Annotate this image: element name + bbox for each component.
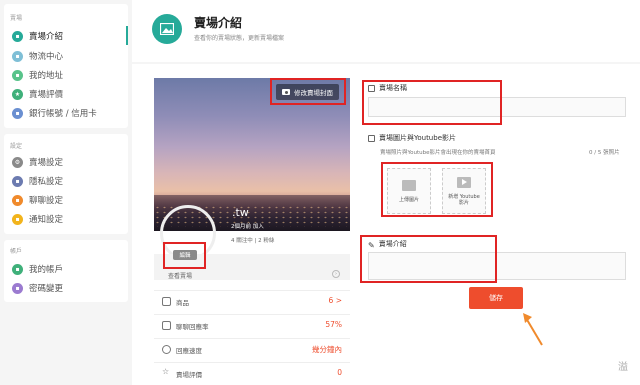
sidebar-item-label: 隱私設定 bbox=[29, 177, 64, 187]
sidebar-item-label: 密碼變更 bbox=[29, 284, 64, 294]
truck-icon: ▪ bbox=[12, 50, 23, 62]
sidebar-item-label: 聊聊設定 bbox=[29, 196, 64, 206]
sidebar-item-my-account[interactable]: ▪ 我的帳戶 bbox=[12, 261, 63, 277]
page-title: 賣場介紹 bbox=[194, 16, 243, 30]
chat-icon bbox=[162, 321, 171, 330]
save-button[interactable]: 儲存 bbox=[469, 287, 523, 309]
annotation-arrow bbox=[523, 313, 543, 346]
shop-joined: 2個月前 加入 bbox=[231, 224, 264, 230]
sidebar-item-label: 通知設定 bbox=[29, 215, 64, 225]
sidebar-item-label: 賣場評價 bbox=[29, 90, 64, 100]
sidebar-item-password[interactable]: ▪ 密碼變更 bbox=[12, 280, 63, 296]
sidebar-item-shop-intro[interactable]: ▪ 賣場介紹 bbox=[12, 28, 63, 44]
corner-glyph: 溢 bbox=[618, 362, 628, 373]
sidebar-item-ratings[interactable]: ★ 賣場評價 bbox=[12, 86, 63, 102]
star-icon: ★ bbox=[12, 88, 23, 100]
sidebar-item-logistics[interactable]: ▪ 物流中心 bbox=[12, 48, 63, 64]
page-header: 賣場介紹 查看你的賣場狀態，更新賣場檔案 bbox=[132, 0, 640, 62]
sidebar-item-label: 賣場介紹 bbox=[29, 32, 64, 42]
sidebar: 賣場 設定 帳戶 ▪ 賣場介紹 ▪ 物流中心 ▪ 我的地址 ★ 賣場評價 ▪ 銀… bbox=[0, 0, 130, 385]
active-indicator bbox=[126, 26, 128, 45]
annotation-box-avatar bbox=[163, 242, 206, 269]
shop-name: .tw bbox=[232, 206, 249, 219]
annotation-box-shop-name bbox=[362, 80, 502, 125]
shop-icon: ▪ bbox=[12, 30, 23, 42]
visit-shop-link[interactable]: 查看賣場 bbox=[168, 271, 192, 280]
annotation-box-intro bbox=[360, 235, 497, 283]
lock-icon: ▪ bbox=[12, 175, 23, 187]
media-count: 0 / 5 張照片 bbox=[589, 150, 620, 156]
stat-row-products[interactable]: 商品 6 > bbox=[154, 290, 350, 312]
gear-icon: ⚙ bbox=[12, 156, 23, 168]
media-hint: 賣場照片與Youtube影片會出現在你的賣場首頁 bbox=[380, 150, 496, 156]
sidebar-item-label: 物流中心 bbox=[29, 52, 64, 62]
sidebar-item-privacy[interactable]: ▪ 隱私設定 bbox=[12, 173, 63, 189]
sidebar-item-label: 我的地址 bbox=[29, 71, 64, 81]
chevron-right-icon[interactable]: › bbox=[332, 270, 340, 278]
sidebar-item-bank[interactable]: ▪ 銀行帳號 / 信用卡 bbox=[12, 105, 97, 121]
shop-follow-stats: 4 關注中 | 2 粉絲 bbox=[231, 238, 275, 244]
star-icon: ☆ bbox=[162, 367, 170, 376]
chat-bubble-icon: ▪ bbox=[12, 194, 23, 206]
sidebar-item-notifications[interactable]: ▪ 通知設定 bbox=[12, 211, 63, 227]
sidebar-item-label: 賣場設定 bbox=[29, 158, 64, 168]
annotation-box-media bbox=[381, 162, 493, 217]
image-icon bbox=[368, 134, 375, 142]
stat-row-chat-response-rate: 聊聊回應率 57% bbox=[154, 314, 350, 336]
credit-card-icon: ▪ bbox=[12, 107, 23, 119]
stat-row-response-time: 回應速度 幾分鐘內 bbox=[154, 338, 350, 360]
sidebar-heading-account: 帳戶 bbox=[10, 248, 23, 255]
user-icon: ▪ bbox=[12, 263, 23, 275]
sidebar-heading-shop: 賣場 bbox=[10, 15, 23, 22]
clock-icon bbox=[162, 345, 171, 354]
image-icon bbox=[152, 14, 182, 44]
page-subtitle: 查看你的賣場狀態，更新賣場檔案 bbox=[194, 35, 285, 42]
sidebar-item-chat-settings[interactable]: ▪ 聊聊設定 bbox=[12, 192, 63, 208]
key-icon: ▪ bbox=[12, 282, 23, 294]
bell-icon: ▪ bbox=[12, 213, 23, 225]
sidebar-item-address[interactable]: ▪ 我的地址 bbox=[12, 67, 63, 83]
sidebar-item-shop-settings[interactable]: ⚙ 賣場設定 bbox=[12, 154, 63, 170]
annotation-box-cover bbox=[270, 78, 346, 105]
sidebar-item-label: 我的帳戶 bbox=[29, 265, 64, 275]
box-icon bbox=[162, 297, 171, 306]
sidebar-heading-settings: 設定 bbox=[10, 143, 23, 150]
sidebar-item-label: 銀行帳號 / 信用卡 bbox=[29, 109, 97, 119]
stat-row-ratings: ☆ 賣場評價 0 bbox=[154, 362, 350, 384]
media-label: 賣場圖片與Youtube影片 bbox=[368, 133, 456, 143]
location-pin-icon: ▪ bbox=[12, 69, 23, 81]
